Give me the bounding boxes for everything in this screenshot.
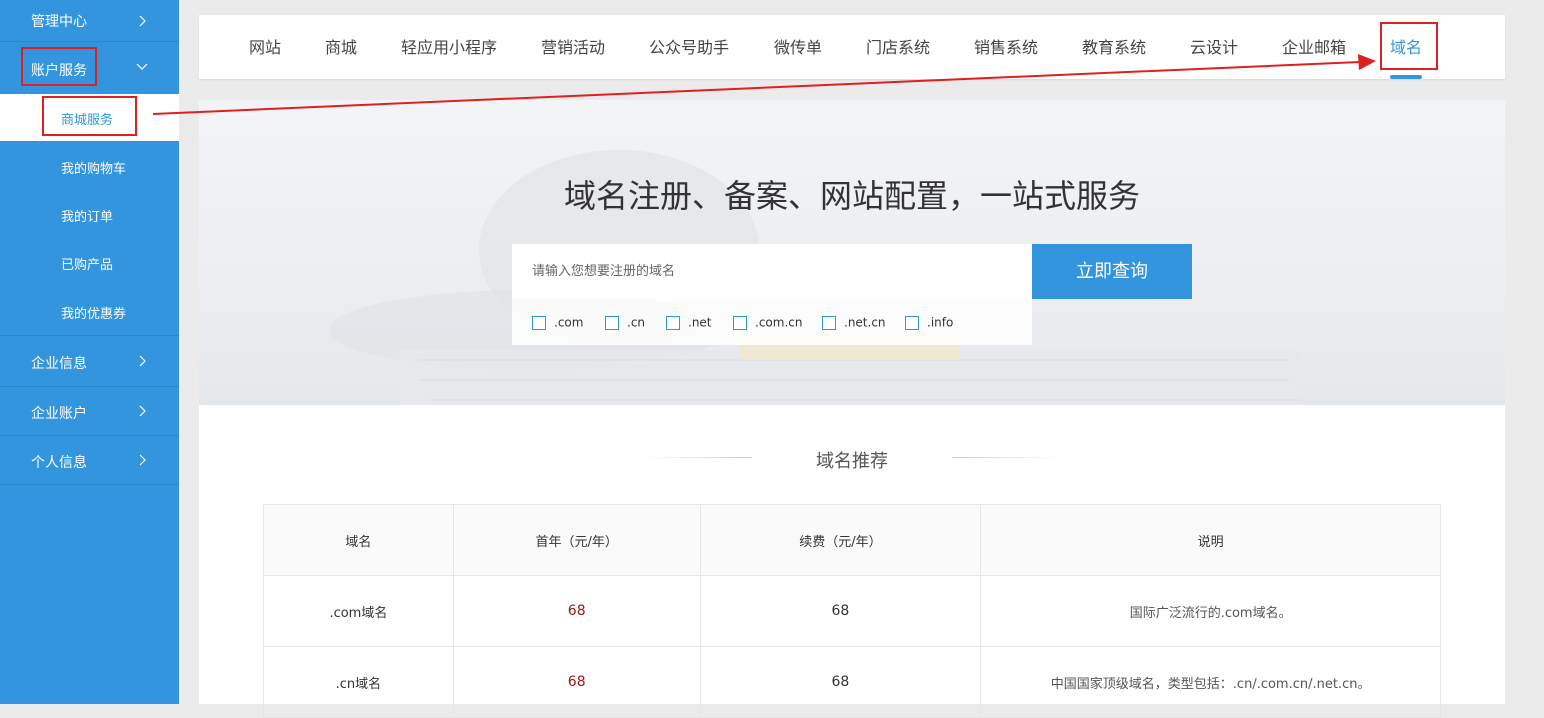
chevron-right-icon	[139, 355, 146, 367]
table-row: .cn域名 68 68 中国国家顶级域名，类型包括：.cn/.com.cn/.n…	[263, 646, 1441, 718]
sidebar-subitem-label: 商城服务	[61, 113, 114, 128]
sidebar-subitem-purchased[interactable]: 已购产品	[0, 238, 179, 286]
sidebar-item-account-services[interactable]: 账户服务	[0, 42, 179, 94]
domain-name-cell: .com域名	[263, 575, 454, 647]
sidebar-item-label: 账户服务	[31, 63, 87, 79]
extension-option-net-cn[interactable]: .net.cn	[822, 315, 886, 331]
sidebar-subitem-label: 我的订单	[61, 210, 114, 225]
tab-store-system[interactable]: 门店系统	[866, 15, 930, 79]
tab-flyer[interactable]: 微传单	[774, 15, 822, 79]
extension-option-net[interactable]: .net	[666, 315, 712, 331]
tab-cloud-design[interactable]: 云设计	[1190, 15, 1238, 79]
first-year-price-cell: 68	[452, 646, 701, 718]
sidebar-subitem-coupons[interactable]: 我的优惠券	[0, 286, 179, 336]
tab-mall[interactable]: 商城	[325, 15, 357, 79]
chevron-down-icon	[136, 63, 148, 70]
tab-website[interactable]: 网站	[249, 15, 281, 79]
column-header-renewal: 续费（元/年）	[699, 504, 982, 576]
renewal-price-cell: 68	[699, 575, 982, 647]
column-header-description: 说明	[980, 504, 1441, 576]
column-header-domain: 域名	[263, 504, 454, 576]
sidebar-item-company-account[interactable]: 企业账户	[0, 387, 179, 436]
sidebar-item-label: 个人信息	[31, 455, 87, 471]
description-cell: 中国国家顶级域名，类型包括：.cn/.com.cn/.net.cn。	[980, 646, 1441, 718]
sidebar-subitem-label: 我的购物车	[61, 162, 127, 177]
tab-domain[interactable]: 域名	[1390, 15, 1422, 79]
tab-marketing[interactable]: 营销活动	[541, 15, 605, 79]
extension-option-com-cn[interactable]: .com.cn	[733, 315, 802, 331]
sidebar-subitem-label: 已购产品	[61, 258, 114, 273]
active-tab-indicator	[1390, 75, 1422, 79]
domain-search-box	[512, 244, 1032, 299]
extension-option-cn[interactable]: .cn	[605, 315, 645, 331]
sidebar-item-management-center[interactable]: 管理中心	[0, 0, 179, 42]
first-year-price-cell: 68	[452, 575, 701, 647]
top-navigation: 网站 商城 轻应用小程序 营销活动 公众号助手 微传单 门店系统 销售系统 教育…	[199, 15, 1505, 79]
table-header-row: 域名 首年（元/年） 续费（元/年） 说明	[263, 504, 1441, 576]
sidebar-subitem-mall-services[interactable]: 商城服务	[0, 94, 179, 141]
section-title: 域名推荐	[816, 451, 888, 472]
checkbox[interactable]	[666, 315, 680, 330]
checkbox[interactable]	[822, 315, 836, 330]
tab-enterprise-mail[interactable]: 企业邮箱	[1282, 15, 1346, 79]
checkbox[interactable]	[733, 315, 747, 330]
checkbox[interactable]	[905, 315, 919, 330]
query-button[interactable]: 立即查询	[1032, 244, 1192, 299]
table-row: .com域名 68 68 国际广泛流行的.com域名。	[263, 575, 1441, 647]
tab-official-account[interactable]: 公众号助手	[649, 15, 729, 79]
extension-option-com[interactable]: .com	[532, 315, 583, 331]
chevron-right-icon	[139, 405, 146, 417]
extension-options: .com .cn .net .com.cn .net.cn .info	[512, 299, 1032, 345]
sidebar-subitem-cart[interactable]: 我的购物车	[0, 142, 179, 190]
chevron-right-icon	[139, 454, 146, 466]
sidebar-item-personal-info[interactable]: 个人信息	[0, 436, 179, 485]
tab-mini-program[interactable]: 轻应用小程序	[401, 15, 497, 79]
domain-recommend-section: 域名推荐 域名 首年（元/年） 续费（元/年） 说明 .com域名 68 68 …	[199, 405, 1505, 718]
checkbox[interactable]	[605, 315, 619, 330]
domain-name-cell: .cn域名	[263, 646, 454, 718]
domain-price-table: 域名 首年（元/年） 续费（元/年） 说明 .com域名 68 68 国际广泛流…	[263, 504, 1441, 718]
sidebar-subitem-label: 我的优惠券	[61, 307, 127, 322]
tab-sales-system[interactable]: 销售系统	[974, 15, 1038, 79]
domain-search-input[interactable]	[512, 244, 1032, 299]
tab-education-system[interactable]: 教育系统	[1082, 15, 1146, 79]
description-cell: 国际广泛流行的.com域名。	[980, 575, 1441, 647]
hero-banner: 域名注册、备案、网站配置，一站式服务 立即查询 .com .cn .net .c…	[199, 100, 1505, 405]
extension-option-info[interactable]: .info	[905, 315, 953, 331]
checkbox[interactable]	[532, 315, 546, 330]
chevron-right-icon	[139, 15, 146, 26]
sidebar-item-company-info[interactable]: 企业信息	[0, 336, 179, 387]
sidebar-item-label: 管理中心	[31, 14, 87, 30]
sidebar-item-label: 企业信息	[31, 356, 87, 372]
column-header-first-year: 首年（元/年）	[452, 504, 701, 576]
section-divider-right	[952, 457, 1062, 458]
sidebar-subitem-orders[interactable]: 我的订单	[0, 190, 179, 238]
renewal-price-cell: 68	[699, 646, 982, 718]
hero-title: 域名注册、备案、网站配置，一站式服务	[563, 177, 1140, 215]
sidebar-item-label: 企业账户	[31, 406, 87, 422]
sidebar: 管理中心 账户服务 商城服务 我的购物车 我的订单 已购产品 我的优惠券 企业信…	[0, 0, 179, 704]
